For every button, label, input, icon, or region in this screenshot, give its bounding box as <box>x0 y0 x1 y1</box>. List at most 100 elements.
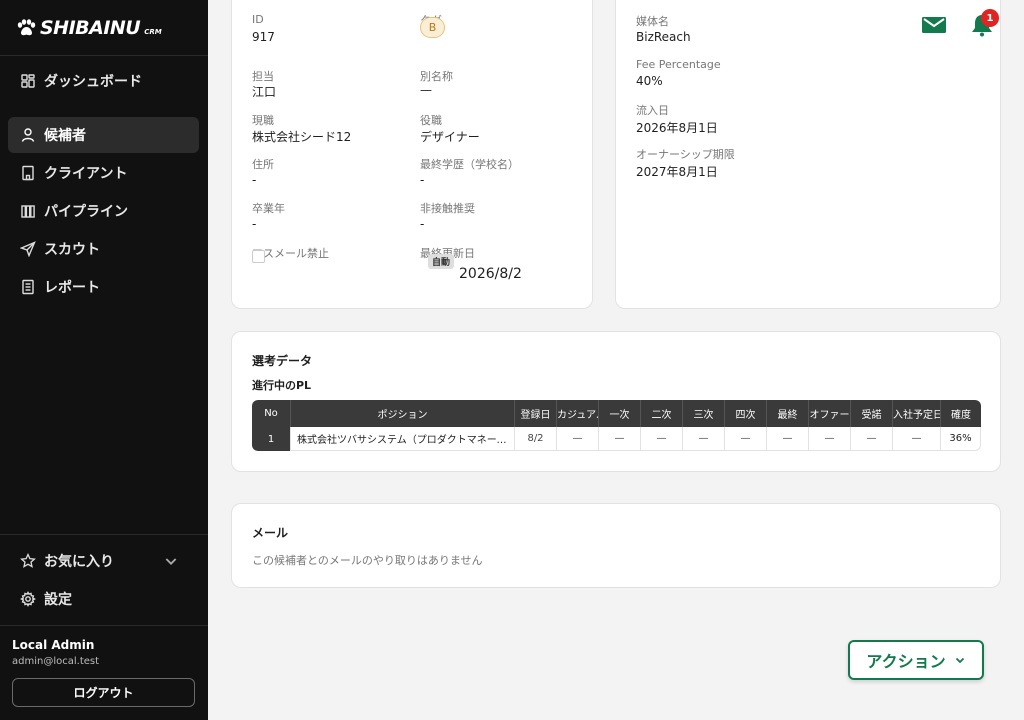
education-value: - <box>420 173 425 187</box>
owner-label: 担当 <box>252 70 274 83</box>
profile-card: ID 917 タグ B 担当 江口 別名称 — 現職 株式会社シード12 役職 … <box>231 0 593 309</box>
media-card: 媒体名 BizReach 1 Fee Percentage 40% 流入日 20… <box>615 0 1001 309</box>
pl-subtitle: 進行中のPL <box>252 379 312 392</box>
sidebar-item-clients[interactable]: クライアント <box>8 155 199 191</box>
sidebar-item-label: お気に入り <box>44 554 114 570</box>
column-header[interactable]: 受諾 <box>851 400 893 427</box>
logo[interactable]: SHIBAINU CRM <box>0 0 208 56</box>
notification-badge: 1 <box>981 9 999 27</box>
mail-card: メール この候補者とのメールのやり取りはありません <box>231 503 1001 588</box>
sidebar-item-label: 候補者 <box>44 128 86 144</box>
sidebar-item-label: ダッシュボード <box>44 74 142 90</box>
inflow-value: 2026年8月1日 <box>636 121 718 135</box>
dashboard-icon <box>21 74 35 88</box>
table-cell: — <box>683 427 725 451</box>
action-button[interactable]: アクション <box>848 640 984 680</box>
columns-icon <box>21 205 35 218</box>
sidebar-item-favorites[interactable]: お気に入り <box>8 543 199 579</box>
mass-mail-checkbox[interactable] <box>252 250 265 263</box>
sidebar-item-pipeline[interactable]: パイプライン <box>8 193 199 229</box>
column-header[interactable]: No <box>252 400 291 427</box>
address-label: 住所 <box>252 158 274 171</box>
table-cell: — <box>809 427 851 451</box>
pl-table: No ポジション 登録日 カジュアル 一次 二次 三次 四次 最終 オファー 受… <box>252 400 981 451</box>
column-header[interactable]: 二次 <box>641 400 683 427</box>
chevron-down-icon <box>955 657 964 664</box>
column-header[interactable]: 三次 <box>683 400 725 427</box>
mail-title: メール <box>252 526 289 540</box>
logo-sub: CRM <box>144 27 162 36</box>
column-header[interactable]: 四次 <box>725 400 767 427</box>
sidebar-item-label: クライアント <box>44 166 128 182</box>
sidebar-item-candidates[interactable]: 候補者 <box>8 117 199 153</box>
chevron-down-icon <box>165 558 177 565</box>
table-cell[interactable]: 株式会社ツバサシステム（プロダクトマネージャー） <box>291 427 515 451</box>
grad-year-value: - <box>252 217 257 231</box>
sidebar-item-scout[interactable]: スカウト <box>8 231 199 267</box>
selection-title: 選考データ <box>252 354 313 368</box>
sidebar: SHIBAINU CRM ダッシュボード 候補者 クライアント パイプライン ス… <box>0 0 208 720</box>
building-icon <box>22 165 34 181</box>
mail-icon[interactable] <box>922 15 946 35</box>
action-button-label: アクション <box>866 652 946 671</box>
fee-label: Fee Percentage <box>636 58 721 71</box>
user-name: Local Admin <box>12 638 95 652</box>
tag-badge[interactable]: B <box>420 17 445 38</box>
sidebar-divider <box>0 534 208 535</box>
alias-label: 別名称 <box>420 70 453 83</box>
sidebar-item-reports[interactable]: レポート <box>8 269 199 305</box>
updated-value: 2026/8/2 <box>459 266 522 282</box>
table-cell: 8/2 <box>515 427 557 451</box>
inflow-label: 流入日 <box>636 104 669 117</box>
education-label: 最終学歴（学校名） <box>420 158 519 171</box>
column-header[interactable]: 登録日 <box>515 400 557 427</box>
selection-card: 選考データ 進行中のPL No ポジション 登録日 カジュアル 一次 二次 三次… <box>231 331 1001 472</box>
column-header[interactable]: 確度 <box>941 400 981 427</box>
no-contact-label: 非接触推奨 <box>420 202 475 215</box>
table-cell: 1 <box>252 427 291 451</box>
role-label: 役職 <box>420 114 442 127</box>
table-row[interactable]: 1 株式会社ツバサシステム（プロダクトマネージャー） 8/2 — — — — —… <box>252 427 981 451</box>
no-contact-value: - <box>420 217 425 231</box>
ownership-label: オーナーシップ期限 <box>636 148 735 161</box>
auto-badge: 自動 <box>428 254 455 269</box>
person-icon <box>21 128 35 142</box>
table-cell: — <box>641 427 683 451</box>
alias-value: — <box>420 83 432 97</box>
gear-icon <box>20 591 36 607</box>
report-icon <box>22 279 34 295</box>
media-label: 媒体名 <box>636 15 669 28</box>
paw-icon <box>17 18 36 35</box>
current-company-label: 現職 <box>252 114 274 127</box>
mail-empty-message: この候補者とのメールのやり取りはありません <box>252 554 483 567</box>
table-cell: — <box>767 427 809 451</box>
id-value: 917 <box>252 30 275 44</box>
sidebar-item-label: パイプライン <box>44 204 128 220</box>
sidebar-divider <box>0 625 208 626</box>
media-value: BizReach <box>636 30 691 44</box>
address-value: - <box>252 173 257 187</box>
sidebar-item-label: 設定 <box>44 592 72 608</box>
table-header-row: No ポジション 登録日 カジュアル 一次 二次 三次 四次 最終 オファー 受… <box>252 400 981 427</box>
sidebar-item-label: レポート <box>44 280 100 296</box>
star-icon <box>20 553 36 568</box>
table-cell: — <box>725 427 767 451</box>
owner-value: 江口 <box>252 85 277 99</box>
grad-year-label: 卒業年 <box>252 202 285 215</box>
sidebar-item-dashboard[interactable]: ダッシュボード <box>8 63 199 99</box>
role-value: デザイナー <box>420 130 480 144</box>
column-header[interactable]: ポジション <box>291 400 515 427</box>
logo-text: SHIBAINU <box>40 16 141 39</box>
column-header[interactable]: カジュアル <box>557 400 599 427</box>
column-header[interactable]: 最終 <box>767 400 809 427</box>
table-cell: — <box>893 427 941 451</box>
sidebar-item-settings[interactable]: 設定 <box>8 581 199 617</box>
sidebar-item-label: スカウト <box>44 242 100 258</box>
column-header[interactable]: オファー <box>809 400 851 427</box>
fee-value: 40% <box>636 74 663 88</box>
logout-button[interactable]: ログアウト <box>12 678 195 707</box>
column-header[interactable]: 一次 <box>599 400 641 427</box>
table-cell: — <box>557 427 599 451</box>
column-header[interactable]: 入社予定日 <box>893 400 941 427</box>
ownership-value: 2027年8月1日 <box>636 165 718 179</box>
